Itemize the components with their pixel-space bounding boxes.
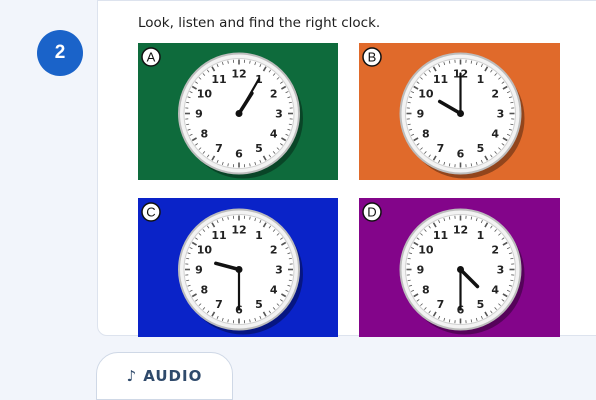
option-letter-badge: A [141,47,161,67]
clock-numeral: 11 [211,73,226,86]
clock-option-b[interactable]: B121234567891011 [359,43,560,180]
clock-numeral: 10 [197,244,213,257]
clock-numeral: 7 [215,298,223,311]
clock-numeral: 8 [422,128,430,141]
clock-numeral: 5 [255,298,263,311]
clock-numeral: 9 [417,108,425,121]
clock-numeral: 5 [255,142,263,155]
clock-option-d[interactable]: D121234567891011 [359,198,560,337]
clock-numeral: 11 [433,229,448,242]
clock-numeral: 7 [437,298,445,311]
clock-numeral: 5 [477,142,485,155]
instruction-text: Look, listen and find the right clock. [138,15,381,31]
clock-numeral: 4 [270,284,278,297]
clock-numeral: 8 [201,284,209,297]
clock-numeral: 7 [437,142,445,155]
clock-numeral: 12 [231,68,246,81]
clock-numeral: 2 [491,88,499,101]
clock-option-a[interactable]: A121234567891011 [138,43,338,180]
clock-numeral: 8 [201,128,209,141]
clock-numeral: 9 [195,108,203,121]
audio-button[interactable]: ♪ AUDIO [96,352,233,400]
clock-numeral: 10 [418,88,434,101]
option-letter-badge: D [362,202,382,222]
clock-numeral: 3 [275,108,283,121]
clock-numeral: 3 [497,264,505,277]
exercise-card: Look, listen and find the right clock. A… [97,0,596,337]
clock-numeral: 6 [457,148,465,161]
clock-numeral: 6 [235,148,243,161]
clock-numeral: 11 [433,73,448,86]
music-note-icon: ♪ [126,367,138,385]
clock-numeral: 4 [491,128,499,141]
clock-option-c[interactable]: C121234567891011 [138,198,338,337]
clock-numeral: 12 [453,224,468,237]
clock-numeral: 1 [477,73,485,86]
audio-button-label: AUDIO [143,367,203,385]
clock-numeral: 1 [255,229,263,242]
clock-numeral: 4 [270,128,278,141]
clock-numeral: 5 [477,298,485,311]
clock-numeral: 2 [270,88,278,101]
clock-numeral: 8 [422,284,430,297]
clock-numeral: 3 [497,108,505,121]
clock-numeral: 2 [491,244,499,257]
option-letter: A [147,50,156,65]
clock-numeral: 2 [270,244,278,257]
clock-numeral: 10 [197,88,213,101]
option-letter-badge: B [362,47,382,67]
option-letter: C [146,205,155,220]
clock-numeral: 3 [275,264,283,277]
step-number-badge: 2 [37,30,83,76]
clock-numeral: 10 [418,244,434,257]
option-letter: B [368,50,377,65]
clock-numeral: 11 [211,229,226,242]
clock-numeral: 12 [231,224,246,237]
option-letter-badge: C [141,202,161,222]
clock-numeral: 9 [417,264,425,277]
clock-numeral: 9 [195,264,203,277]
option-letter: D [367,205,376,220]
clock-numeral: 1 [477,229,485,242]
clock-numeral: 4 [491,284,499,297]
clock-numeral: 7 [215,142,223,155]
